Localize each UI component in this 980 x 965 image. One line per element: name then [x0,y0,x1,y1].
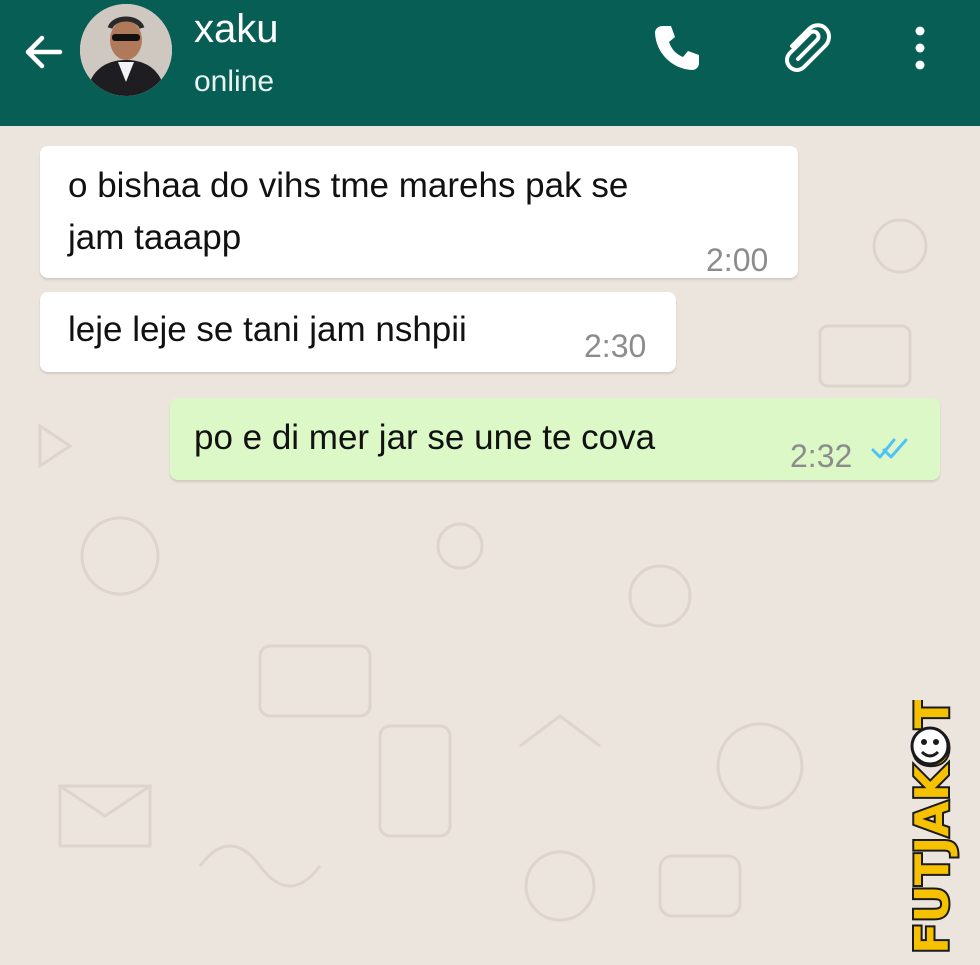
paperclip-icon[interactable] [776,20,832,76]
message-text: jam taaapp [68,218,242,257]
message-time: 2:30 [584,328,647,364]
message-text: o bishaa do vihs tme marehs pak se [68,166,629,205]
message-text: po e di mer jar se une te cova [194,418,656,457]
avatar[interactable] [80,4,172,96]
message-bubble-incoming[interactable]: leje leje se tani jam nshpii 2:30 [40,292,676,372]
message-text: leje leje se tani jam nshpii [68,310,467,349]
message-time: 2:00 [706,242,769,278]
chat-wallpaper: o bishaa do vihs tme marehs pak se jam t… [0,126,980,965]
message-bubble-incoming[interactable]: o bishaa do vihs tme marehs pak se jam t… [40,146,798,278]
contact-name[interactable]: xaku [194,6,279,52]
back-arrow-icon[interactable] [20,28,68,76]
contact-status: online [194,65,275,98]
message-time: 2:32 [790,438,853,474]
message-bubble-outgoing[interactable]: po e di mer jar se une te cova 2:32 [170,398,940,480]
phone-icon[interactable] [648,20,704,76]
chat-header: xaku online [0,0,980,126]
read-ticks-icon [871,438,908,459]
futjakot-watermark-logo: FUTJAKOT [903,700,961,956]
more-vert-icon[interactable] [892,20,948,76]
